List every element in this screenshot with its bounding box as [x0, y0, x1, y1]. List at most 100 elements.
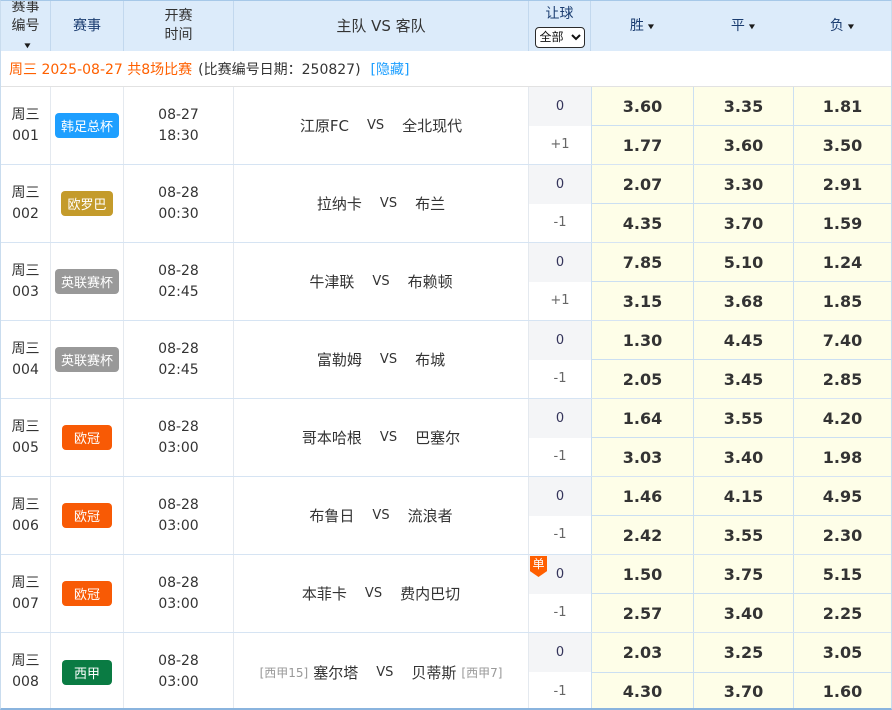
league-badge[interactable]: 欧罗巴 [61, 191, 112, 216]
win-odds-bottom[interactable]: 3.15 [592, 282, 693, 320]
handicap-cell: 0 -1 [529, 399, 591, 476]
match-day: 周三 [12, 651, 40, 672]
win-odds-top[interactable]: 1.50 [592, 555, 693, 594]
start-time-cell: 08-28 03:00 [124, 633, 234, 710]
away-team-rank: [西甲7] [461, 664, 502, 681]
win-odds-top[interactable]: 1.46 [592, 477, 693, 516]
draw-odds-top[interactable]: 3.25 [694, 633, 793, 673]
teams-cell: 拉纳卡 VS 布兰 [234, 165, 529, 242]
win-odds-top[interactable]: 3.60 [592, 87, 693, 126]
draw-odds-top[interactable]: 4.45 [694, 321, 793, 360]
lose-odds-bottom[interactable]: 1.98 [794, 438, 891, 476]
lose-odds-top[interactable]: 1.81 [794, 87, 891, 126]
header-match-number[interactable]: 赛事编号 ▼ [1, 1, 51, 51]
win-odds-top[interactable]: 1.64 [592, 399, 693, 438]
match-date: 08-28 [158, 495, 199, 516]
draw-odds-bottom[interactable]: 3.70 [694, 673, 793, 710]
lose-odds-top[interactable]: 4.95 [794, 477, 891, 516]
date-bar-title: 周三 2025-08-27 共8场比赛 [9, 59, 192, 79]
match-table-body: 周三 001 韩足总杯 08-27 18:30 江原FC VS 全北现代 0 +… [1, 87, 891, 710]
league-badge[interactable]: 欧冠 [62, 425, 112, 450]
win-odds-bottom[interactable]: 4.30 [592, 673, 693, 710]
league-cell: 西甲 [51, 633, 124, 710]
draw-odds-bottom[interactable]: 3.40 [694, 594, 793, 632]
draw-odds-bottom[interactable]: 3.55 [694, 516, 793, 554]
vs-label: VS [376, 665, 393, 680]
lose-odds-column: 2.91 1.59 [793, 165, 891, 242]
win-odds-top[interactable]: 7.85 [592, 243, 693, 282]
draw-odds-bottom[interactable]: 3.40 [694, 438, 793, 476]
lose-odds-top[interactable]: 3.05 [794, 633, 891, 673]
lose-odds-top[interactable]: 7.40 [794, 321, 891, 360]
handicap-filter-select[interactable]: 全部 [535, 27, 585, 48]
lose-odds-bottom[interactable]: 2.25 [794, 594, 891, 632]
lose-odds-bottom[interactable]: 3.50 [794, 126, 891, 164]
header-draw[interactable]: 平 ▼ [693, 1, 793, 51]
win-odds-bottom[interactable]: 2.42 [592, 516, 693, 554]
draw-odds-bottom[interactable]: 3.70 [694, 204, 793, 242]
header-lose[interactable]: 负 ▼ [793, 1, 891, 51]
win-odds-bottom[interactable]: 2.57 [592, 594, 693, 632]
win-odds-column: 1.64 3.03 [591, 399, 693, 476]
lose-odds-bottom[interactable]: 1.60 [794, 673, 891, 710]
win-odds-column: 2.03 4.30 [591, 633, 693, 710]
league-badge[interactable]: 欧冠 [62, 581, 112, 606]
draw-odds-top[interactable]: 3.30 [694, 165, 793, 204]
win-odds-top[interactable]: 1.30 [592, 321, 693, 360]
handicap-cell: 0 -1 [529, 165, 591, 242]
match-number: 003 [12, 282, 39, 303]
win-odds-bottom[interactable]: 4.35 [592, 204, 693, 242]
match-row: 周三 002 欧罗巴 08-28 00:30 拉纳卡 VS 布兰 0 -1 2.… [1, 165, 891, 243]
header-league: 赛事 [51, 1, 124, 51]
match-number: 001 [12, 126, 39, 147]
match-row: 周三 007 欧冠 08-28 03:00 本菲卡 VS 费内巴切 单 0 -1… [1, 555, 891, 633]
lose-odds-bottom[interactable]: 1.59 [794, 204, 891, 242]
match-day: 周三 [12, 339, 40, 360]
lose-odds-bottom[interactable]: 2.30 [794, 516, 891, 554]
match-time: 03:00 [158, 438, 198, 459]
draw-odds-top[interactable]: 5.10 [694, 243, 793, 282]
win-odds-top[interactable]: 2.07 [592, 165, 693, 204]
draw-odds-top[interactable]: 3.55 [694, 399, 793, 438]
win-odds-bottom[interactable]: 2.05 [592, 360, 693, 398]
home-team: 本菲卡 [302, 583, 347, 604]
handicap-cell: 0 -1 [529, 477, 591, 554]
handicap-value-top: 0 [529, 399, 591, 438]
header-start-time: 开赛时间 [124, 1, 234, 51]
league-badge[interactable]: 韩足总杯 [55, 113, 119, 138]
match-number-cell: 周三 003 [1, 243, 51, 320]
match-day: 周三 [12, 183, 40, 204]
draw-odds-bottom[interactable]: 3.60 [694, 126, 793, 164]
lose-odds-top[interactable]: 1.24 [794, 243, 891, 282]
league-badge[interactable]: 欧冠 [62, 503, 112, 528]
draw-odds-top[interactable]: 3.35 [694, 87, 793, 126]
lose-odds-top[interactable]: 2.91 [794, 165, 891, 204]
teams-cell: [西甲15] 塞尔塔 VS 贝蒂斯 [西甲7] [234, 633, 529, 710]
match-date: 08-28 [158, 261, 199, 282]
draw-odds-bottom[interactable]: 3.68 [694, 282, 793, 320]
lose-odds-top[interactable]: 5.15 [794, 555, 891, 594]
win-odds-bottom[interactable]: 1.77 [592, 126, 693, 164]
handicap-cell: 0 -1 [529, 321, 591, 398]
win-odds-bottom[interactable]: 3.03 [592, 438, 693, 476]
teams-cell: 富勒姆 VS 布城 [234, 321, 529, 398]
league-badge[interactable]: 英联赛杯 [55, 347, 119, 372]
draw-odds-bottom[interactable]: 3.45 [694, 360, 793, 398]
match-row: 周三 008 西甲 08-28 03:00 [西甲15] 塞尔塔 VS 贝蒂斯 … [1, 633, 891, 710]
lose-odds-bottom[interactable]: 1.85 [794, 282, 891, 320]
lose-odds-column: 1.24 1.85 [793, 243, 891, 320]
lose-odds-column: 5.15 2.25 [793, 555, 891, 632]
draw-odds-top[interactable]: 4.15 [694, 477, 793, 516]
draw-odds-top[interactable]: 3.75 [694, 555, 793, 594]
league-cell: 欧冠 [51, 477, 124, 554]
match-time: 03:00 [158, 672, 198, 693]
draw-odds-column: 5.10 3.68 [693, 243, 793, 320]
lose-odds-bottom[interactable]: 2.85 [794, 360, 891, 398]
win-odds-top[interactable]: 2.03 [592, 633, 693, 673]
header-win[interactable]: 胜 ▼ [591, 1, 693, 51]
lose-odds-top[interactable]: 4.20 [794, 399, 891, 438]
match-date: 08-28 [158, 417, 199, 438]
league-badge[interactable]: 西甲 [62, 660, 112, 685]
hide-link[interactable]: [隐藏] [371, 59, 410, 79]
league-badge[interactable]: 英联赛杯 [55, 269, 119, 294]
